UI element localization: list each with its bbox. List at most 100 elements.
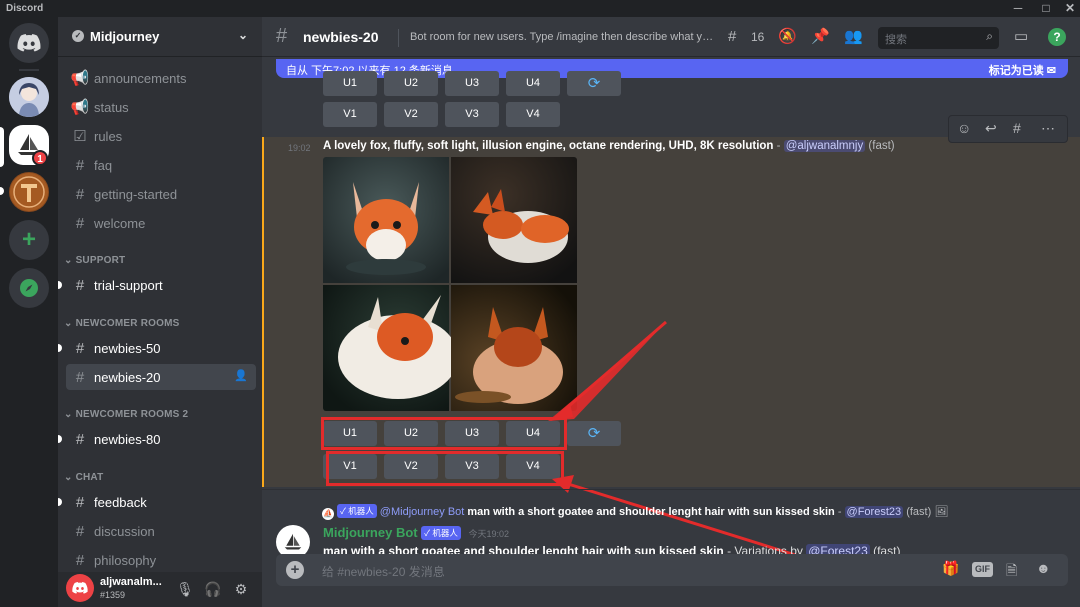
unread-indicator <box>58 344 62 352</box>
server-avatar-1[interactable] <box>9 77 49 117</box>
hash-icon: # <box>75 551 85 569</box>
gift-icon[interactable]: 🎁 <box>942 560 959 577</box>
chevron-down-icon: ⌄ <box>237 28 248 42</box>
channel-label: trial-support <box>94 277 163 293</box>
checkbox-icon: ☑ <box>73 128 87 145</box>
channel-rules[interactable]: ☑ rules <box>66 123 256 149</box>
gear-icon[interactable]: ⚙ <box>232 580 250 598</box>
add-member-icon[interactable]: 👤 <box>234 369 248 382</box>
threads-icon: # <box>75 522 85 540</box>
threads-icon: # <box>75 430 85 448</box>
minimize-button[interactable]: ─ <box>1006 0 1030 17</box>
channel-announcements[interactable]: 📢 announcements <box>66 65 256 91</box>
letter-t-logo-icon <box>10 173 48 211</box>
channel-label: philosophy <box>94 552 157 568</box>
channel-discussion[interactable]: # discussion <box>66 518 256 544</box>
reply-author[interactable]: @Midjourney Bot <box>380 506 465 518</box>
channel-label: newbies-80 <box>94 431 161 447</box>
microphone-icon[interactable]: 🎙 <box>176 580 194 598</box>
anime-avatar-icon <box>9 77 49 117</box>
channel-newbies-50[interactable]: # newbies-50 <box>58 335 256 361</box>
discord-logo-icon <box>72 582 88 594</box>
hash-icon: # <box>75 185 85 203</box>
message-composer[interactable]: + 给 #newbies-20 发消息 🎁 GIF 🗎 ☻ <box>276 554 1068 586</box>
megaphone-icon: 📢 <box>70 99 90 116</box>
headphones-icon[interactable]: 🎧 <box>204 580 222 598</box>
discord-logo-icon <box>17 34 41 52</box>
category-newcomer-rooms[interactable]: ⌄ NEWCOMER ROOMS <box>64 318 179 329</box>
server-divider <box>19 69 39 71</box>
unread-indicator <box>58 498 62 506</box>
unread-pill <box>0 187 4 195</box>
channel-label: announcements <box>94 70 187 86</box>
hash-icon: # <box>75 276 85 294</box>
reply-avatar-icon: ⛵ <box>322 508 334 520</box>
channel-philosophy[interactable]: # philosophy <box>66 547 256 573</box>
guild-header[interactable]: ✓ Midjourney ⌄ <box>58 17 262 57</box>
threads-icon: # <box>75 339 85 357</box>
active-server-pill <box>0 127 4 167</box>
add-server-button[interactable]: + <box>9 220 49 260</box>
category-chat[interactable]: ⌄ CHAT <box>64 472 103 483</box>
reply-reference[interactable]: ⛵ ✓ 机器人 @Midjourney Bot man with a short… <box>322 504 948 520</box>
channel-label: newbies-50 <box>94 340 161 356</box>
unread-indicator <box>58 435 62 443</box>
verified-icon: ✓ <box>72 30 84 42</box>
channel-newbies-20[interactable]: # newbies-20 👤 <box>66 364 256 390</box>
username: aljwanalm... <box>100 576 162 588</box>
emoji-icon[interactable]: ☻ <box>1036 560 1051 576</box>
message-author: Midjourney Bot ✓ 机器人 今天19:02 <box>323 525 510 540</box>
channel-label: feedback <box>94 494 147 510</box>
message-timestamp: 今天19:02 <box>468 529 510 539</box>
chat-area: # newbies-20 Bot room for new users. Typ… <box>262 17 1080 607</box>
bot-badge: ✓ 机器人 <box>337 504 377 518</box>
channel-feedback[interactable]: # feedback <box>58 489 256 515</box>
hash-icon: # <box>75 214 85 232</box>
megaphone-icon: 📢 <box>70 70 90 87</box>
composer-placeholder: 给 #newbies-20 发消息 <box>322 565 445 579</box>
server-t[interactable] <box>9 172 49 212</box>
channel-sidebar: ✓ Midjourney ⌄ 📢 announcements 📢 status … <box>58 17 262 607</box>
avatar[interactable] <box>66 574 94 602</box>
maximize-button[interactable]: □ <box>1034 0 1058 17</box>
category-support[interactable]: ⌄ SUPPORT <box>64 255 125 266</box>
home-button[interactable] <box>9 23 49 63</box>
channel-welcome[interactable]: # welcome <box>66 210 256 236</box>
channel-label: getting-started <box>94 186 178 202</box>
sticker-icon[interactable]: 🗎 <box>1006 560 1017 584</box>
unread-indicator <box>58 281 62 289</box>
channel-trial-support[interactable]: # trial-support <box>58 272 256 298</box>
close-button[interactable]: ✕ <box>1058 0 1080 17</box>
midjourney-boat-icon <box>284 533 302 550</box>
window-titlebar: Discord ─ □ ✕ <box>0 0 1080 17</box>
reply-text: man with a short goatee and shoulder len… <box>467 506 835 518</box>
channel-label: status <box>94 99 129 115</box>
explore-button[interactable] <box>9 268 49 308</box>
user-tag: #1359 <box>100 590 126 600</box>
channel-getting-started[interactable]: # getting-started <box>66 181 256 207</box>
notification-badge: 1 <box>32 150 48 166</box>
message-divider <box>262 489 1080 490</box>
user-mention[interactable]: @Forest23 <box>844 506 904 518</box>
channel-status[interactable]: 📢 status <box>66 94 256 120</box>
channel-faq[interactable]: # faq <box>66 152 256 178</box>
category-newcomer-rooms-2[interactable]: ⌄ NEWCOMER ROOMS 2 <box>64 409 188 420</box>
channel-label: discussion <box>94 523 155 539</box>
channel-label: rules <box>94 128 123 144</box>
channel-label: faq <box>94 157 113 173</box>
channel-newbies-80[interactable]: # newbies-80 <box>58 426 256 452</box>
bot-badge: ✓ 机器人 <box>421 526 461 540</box>
app-name: Discord <box>6 3 44 14</box>
threads-icon: # <box>75 368 85 386</box>
compass-icon <box>20 279 38 297</box>
user-panel: aljwanalm... #1359 🎙 🎧 ⚙ <box>58 572 262 607</box>
plus-icon[interactable]: + <box>286 561 304 579</box>
guild-name: Midjourney <box>90 29 160 44</box>
server-rail: 1 + <box>0 17 58 607</box>
hash-icon: # <box>75 493 85 511</box>
gif-button[interactable]: GIF <box>972 562 993 577</box>
channel-label: newbies-20 <box>94 369 161 385</box>
hash-icon: # <box>75 156 85 174</box>
channel-label: welcome <box>94 215 146 231</box>
image-icon: 🖼 <box>934 506 949 518</box>
